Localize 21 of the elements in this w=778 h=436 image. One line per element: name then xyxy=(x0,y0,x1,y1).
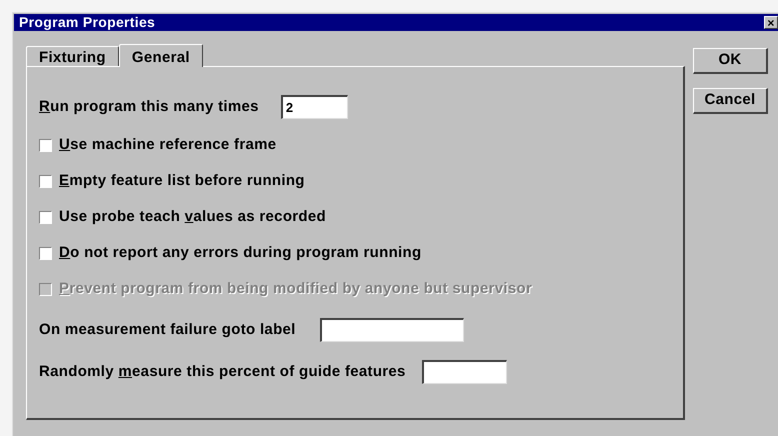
option-label: Use machine reference frame xyxy=(59,135,276,156)
tab[interactable]: Fixturing xyxy=(26,46,119,66)
dialog-button[interactable]: OK xyxy=(693,48,768,74)
option-label: Empty feature list before running xyxy=(59,171,305,192)
checkbox[interactable] xyxy=(39,247,52,260)
dialog-button[interactable]: Cancel xyxy=(693,88,768,114)
checkbox[interactable] xyxy=(39,175,52,188)
random-percent-field[interactable] xyxy=(422,360,507,384)
option-label: Use probe teach values as recorded xyxy=(59,207,326,228)
option-label: Prevent program from being modified by anyone but supervisor xyxy=(59,279,532,300)
tab[interactable]: General xyxy=(118,44,203,67)
run-count-label: Run program this many times xyxy=(39,96,259,117)
goto-label: On measurement failure goto label xyxy=(39,320,296,340)
checkbox[interactable] xyxy=(39,211,52,224)
window-title: Program Properties xyxy=(18,13,156,32)
goto-label-field[interactable] xyxy=(320,318,464,342)
close-button[interactable]: × xyxy=(764,16,778,29)
random-percent-label: Randomly measure this percent of guide features xyxy=(39,362,406,382)
option-label: Do not report any errors during program running xyxy=(59,243,422,264)
checkbox[interactable] xyxy=(39,139,52,152)
run-count-field[interactable]: 2 xyxy=(280,95,348,119)
